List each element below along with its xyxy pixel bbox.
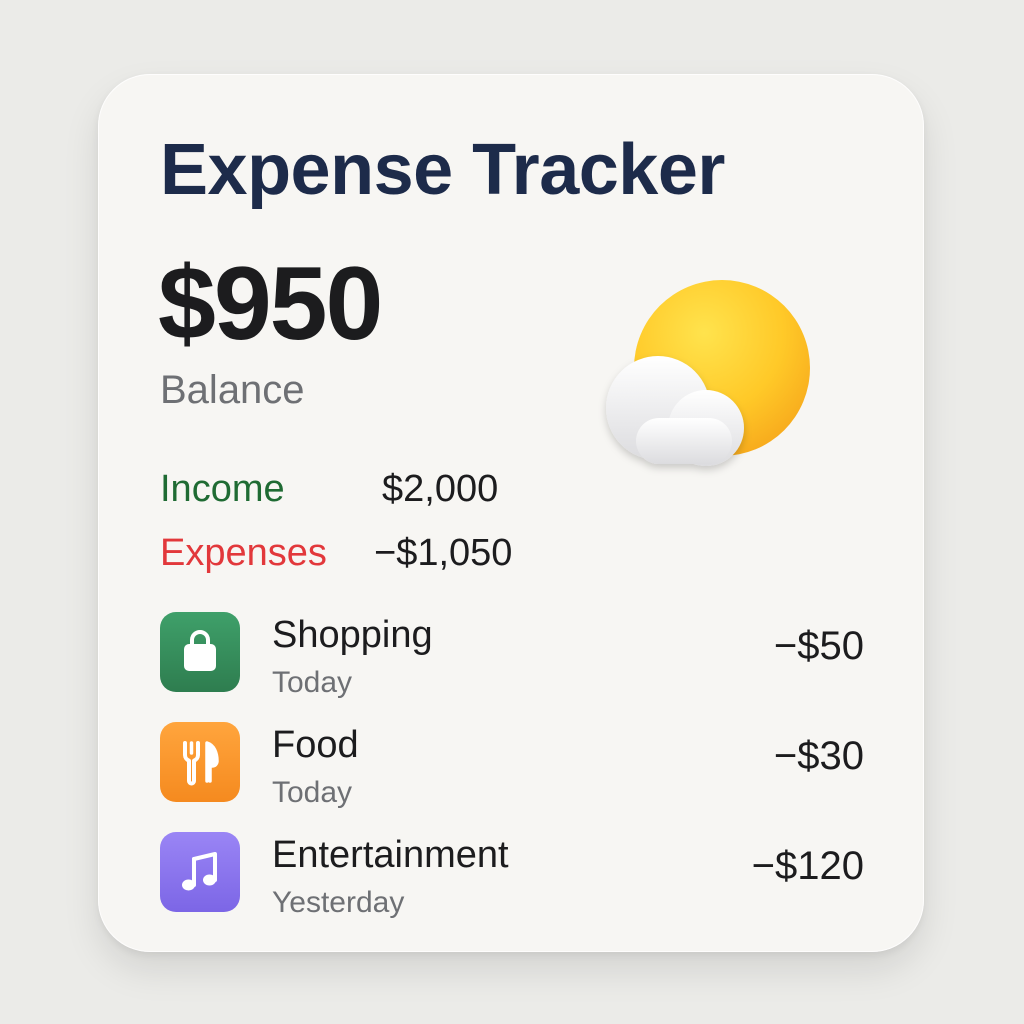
income-label: Income bbox=[160, 468, 285, 510]
balance-label: Balance bbox=[160, 368, 305, 412]
music-note-icon bbox=[160, 832, 240, 912]
transaction-amount: −$120 bbox=[751, 844, 864, 888]
transaction-date: Today bbox=[272, 776, 353, 809]
transaction-date: Yesterday bbox=[272, 886, 405, 919]
transaction-amount: −$50 bbox=[773, 624, 864, 668]
transaction-item[interactable]: Shopping Today −$50 bbox=[160, 612, 864, 698]
transaction-amount: −$30 bbox=[773, 734, 864, 778]
transaction-name: Food bbox=[272, 724, 359, 766]
balance-amount: $950 bbox=[158, 246, 383, 362]
income-value: $2,000 bbox=[382, 468, 499, 510]
fork-knife-icon bbox=[160, 722, 240, 802]
widget-title: Expense Tracker bbox=[160, 130, 725, 210]
expense-tracker-widget: Expense Tracker $950 Balance Income $2,0… bbox=[98, 74, 924, 952]
transaction-item[interactable]: Food Today −$30 bbox=[160, 722, 864, 808]
shopping-bag-icon bbox=[160, 612, 240, 692]
transaction-name: Shopping bbox=[272, 614, 433, 656]
transaction-name: Entertainment bbox=[272, 834, 509, 876]
expenses-label: Expenses bbox=[160, 532, 327, 574]
sun-behind-cloud-icon bbox=[596, 278, 816, 478]
transaction-date: Today bbox=[272, 666, 353, 699]
transaction-item[interactable]: Entertainment Yesterday −$120 bbox=[160, 832, 864, 918]
expenses-value: −$1,050 bbox=[374, 532, 513, 574]
